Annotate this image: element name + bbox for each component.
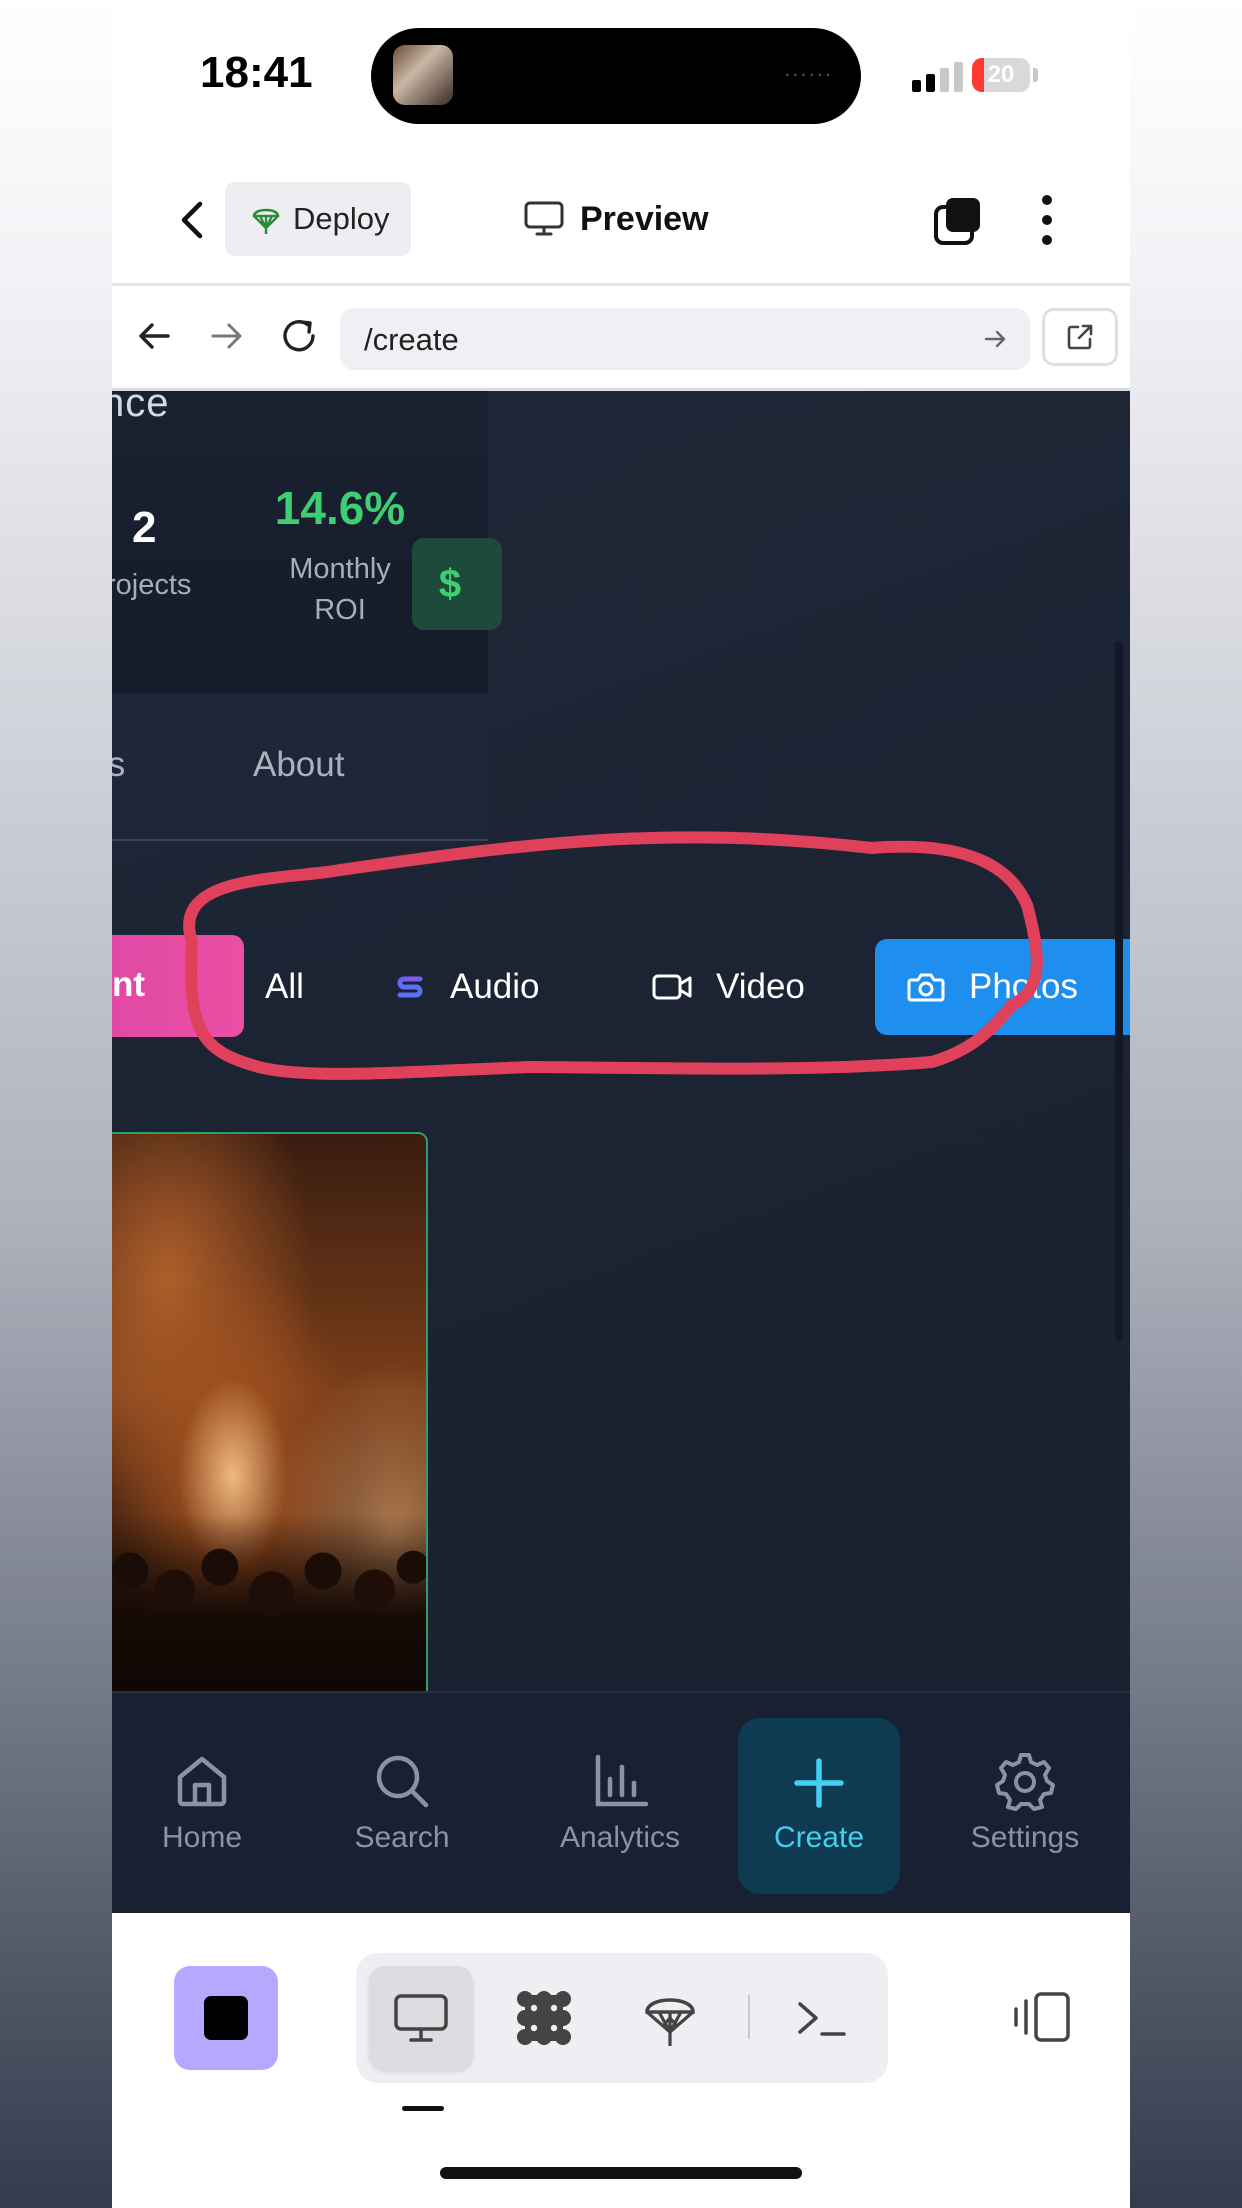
deploy-label: Deploy [293,201,390,236]
filter-photos-label: Photos [969,967,1078,1006]
monitor-icon [394,1994,448,2042]
stop-button[interactable] [174,1966,278,2070]
dollar-button[interactable]: $ [412,538,502,630]
profile-heading: nce [112,391,170,425]
nav-analytics-label: Analytics [559,1821,681,1854]
workspace-mode-button[interactable] [492,1966,596,2070]
top-toolbar: Deploy Preview [112,165,1130,275]
nav-settings[interactable]: Settings [950,1693,1100,1913]
phone-screen: 18:41 ...... 20 Deploy Preview /create n… [112,0,1130,2208]
external-link-button[interactable] [1042,308,1118,366]
projects-count: 2 [132,503,157,552]
reload-icon[interactable] [277,314,321,363]
filter-all-label: All [265,967,304,1006]
stacked-squares-icon[interactable] [932,195,984,247]
ide-mode-group [356,1953,888,2083]
preview-mode-button[interactable] [369,1966,473,2070]
nav-home[interactable]: Home [142,1693,262,1913]
search-icon [376,1755,429,1808]
more-vertical-icon[interactable] [1037,193,1057,247]
nav-analytics[interactable]: Analytics [530,1693,710,1913]
grid-blob-icon [517,1991,571,2045]
nav-settings-label: Settings [970,1821,1080,1854]
stop-square-icon [204,1996,248,2040]
parachute-icon [252,208,280,234]
dynamic-island: ...... [371,28,861,124]
scrollbar[interactable] [1115,641,1123,1341]
signal-icon [912,60,966,92]
nav-search-label: Search [354,1821,450,1854]
app-bottom-nav: Home Search Analytics Create Settings [112,1691,1130,1913]
arrow-left-icon[interactable] [134,316,174,361]
ide-separator [748,1995,750,2039]
terminal-icon [798,2002,846,2036]
deploy-mode-button[interactable] [618,1966,722,2070]
roi-label: Monthly ROI [289,553,391,626]
nav-create[interactable]: Create [738,1718,900,1894]
filter-photos[interactable]: Photos [875,939,1130,1035]
plus-icon [794,1758,844,1808]
filter-video-label: Video [716,967,805,1006]
profile-tabs: ts About [112,693,488,841]
tab-partial[interactable]: ts [112,745,125,785]
parachute-icon [645,1998,695,2046]
panel-split-icon[interactable] [1012,1991,1072,2048]
filter-video[interactable]: Video [652,939,805,1035]
preview-label: Preview [580,199,709,238]
preview-button[interactable]: Preview [524,187,709,251]
now-playing-artwork [393,45,453,105]
pink-button-label: nt [112,965,146,1004]
home-indicator [440,2167,802,2179]
gear-icon [995,1753,1055,1811]
arrow-right-icon[interactable] [207,316,247,361]
bar-chart-icon [595,1754,649,1807]
projects-label: rojects [112,569,192,601]
battery-level: 20 [987,61,1015,88]
photo-card[interactable] [112,1132,428,1691]
arrow-right-icon[interactable] [982,325,1010,358]
nav-search[interactable]: Search [327,1693,477,1913]
active-mode-indicator [402,2106,444,2111]
monitor-icon [524,201,564,236]
external-link-icon [1067,324,1093,350]
pink-action-button[interactable]: nt [112,935,244,1037]
terminal-mode-button[interactable] [770,1966,874,2070]
roi-value: 14.6% [274,482,406,534]
filter-audio[interactable]: Audio [394,939,540,1035]
web-content: nce 2 rojects 14.6% Monthly ROI $ ts Abo… [112,391,1130,1691]
browser-bar: /create [112,286,1130,390]
battery-cap [1033,68,1038,82]
audio-s-icon [397,976,423,998]
profile-card: nce 2 rojects 14.6% Monthly ROI $ [112,391,502,693]
island-dots: ...... [784,56,833,81]
chevron-left-icon[interactable] [162,190,222,250]
nav-create-label: Create [773,1821,865,1854]
filter-audio-label: Audio [450,967,540,1006]
ide-toolbar [112,1913,1130,2208]
camera-icon [907,973,945,1002]
home-icon [177,1756,227,1807]
concert-crowd-image [112,1514,426,1691]
battery-icon: 20 [972,58,1030,92]
deploy-button[interactable]: Deploy [225,182,411,256]
filter-all[interactable]: All [265,939,304,1035]
url-text: /create [364,322,459,357]
video-camera-icon [652,974,692,1000]
status-time: 18:41 [200,48,313,97]
nav-home-label: Home [161,1821,243,1854]
tab-about[interactable]: About [253,745,344,785]
url-field[interactable]: /create [340,308,1030,370]
